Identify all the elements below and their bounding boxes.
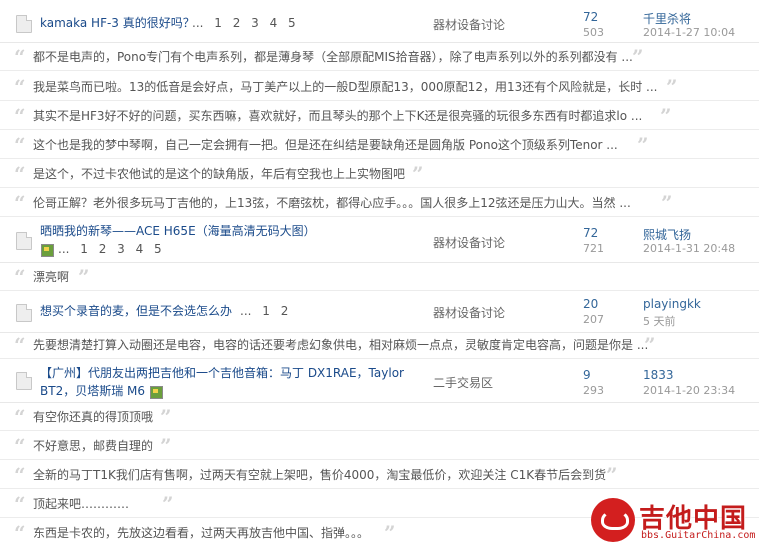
view-count: 207 (583, 313, 604, 326)
reply-quote[interactable]: “ 全新的马丁T1K我们店有售啊，过两天有空就上架吧，售价4000，淘宝最低价，… (0, 462, 759, 489)
quote-open-icon: “ (14, 333, 26, 357)
reply-quote[interactable]: “ 先要想清楚打算入动圈还是电容，电容的话还要考虑幻象供电，相对麻烦一点点，灵敏… (0, 332, 759, 359)
quote-close-icon: ” (606, 463, 618, 487)
quote-close-icon: ” (78, 265, 90, 289)
watermark-url: bbs.GuitarChina.com (641, 530, 756, 541)
quote-close-icon: ” (632, 45, 644, 69)
thread-title[interactable]: kamaka HF-3 真的很好吗？ (40, 14, 195, 32)
quote-open-icon: “ (14, 434, 26, 458)
quote-open-icon: “ (14, 492, 26, 516)
thread-title[interactable]: 晒晒我的新琴——ACE H65E（海量高清无码大图） (40, 222, 316, 240)
quote-text[interactable]: 其实不是HF3好不好的问题，买东西嘛，喜欢就好，而且琴头的那个上下K还是很亮骚的… (33, 103, 642, 129)
quote-text[interactable]: 都不是电声的，Pono专门有个电声系列，都是薄身琴（全部原配MIS拾音器），除了… (33, 44, 633, 70)
quote-text[interactable]: 先要想清楚打算入动圈还是电容，电容的话还要考虑幻象供电，相对麻烦一点点，灵敏度肯… (33, 332, 648, 358)
reply-quote[interactable]: “ 有空你还真的得顶顶哦 ” (0, 404, 759, 431)
page-links[interactable]: ... 1 2 3 4 5 (192, 16, 296, 30)
reply-count[interactable]: 20 (583, 297, 598, 311)
thread-title[interactable]: 【广州】代朋友出两把吉他和一个吉他音箱：马丁 DX1RAE，Taylor (40, 364, 404, 382)
reply-quote[interactable]: “ 不好意思，邮费自理的 ” (0, 433, 759, 460)
quote-close-icon: ” (384, 521, 396, 545)
quote-close-icon: ” (160, 434, 172, 458)
quote-text[interactable]: 东西是卡农的，先放这边看看，过两天再放吉他中国、指弹。。。 (33, 520, 369, 546)
reply-quote[interactable]: “ 都不是电声的，Pono专门有个电声系列，都是薄身琴（全部原配MIS拾音器），… (0, 44, 759, 71)
reply-quote[interactable]: “ 我是菜鸟而已啦。13的低音是会好点，马丁美产以上的一般D型原配13，000原… (0, 74, 759, 101)
thread-icon (16, 232, 32, 250)
reply-count[interactable]: 72 (583, 10, 598, 24)
quote-open-icon: “ (14, 191, 26, 215)
site-watermark: 吉他中国 bbs.GuitarChina.com (591, 496, 755, 546)
quote-open-icon: “ (14, 133, 26, 157)
forum-link[interactable]: 器材设备讨论 (433, 234, 505, 251)
quote-text[interactable]: 这个也是我的梦中琴啊，自己一定会拥有一把。但是还在纠结是要缺角还是圆角版 Pon… (33, 132, 618, 158)
forum-link[interactable]: 器材设备讨论 (433, 304, 505, 321)
last-post-date[interactable]: 5 天前 (643, 313, 676, 329)
quote-close-icon: ” (644, 333, 656, 357)
thread-title-line2[interactable]: BT2，贝塔斯瑞 M6 (40, 382, 145, 400)
reply-quote[interactable]: “ 漂亮啊 ” (0, 264, 759, 291)
view-count: 293 (583, 384, 604, 397)
thread-icon (16, 372, 32, 390)
quote-open-icon: “ (14, 162, 26, 186)
thread-row: kamaka HF-3 真的很好吗？ ... 1 2 3 4 5 器材设备讨论 … (0, 0, 759, 43)
last-post-date[interactable]: 2014-1-27 10:04 (643, 26, 735, 39)
quote-text[interactable]: 漂亮啊 (33, 264, 69, 290)
quote-close-icon: ” (412, 162, 424, 186)
last-poster[interactable]: 1833 (643, 368, 674, 382)
last-post-date[interactable]: 2014-1-31 20:48 (643, 242, 735, 255)
reply-quote[interactable]: “ 伦哥正解？老外很多玩马丁吉他的，上13弦，不磨弦枕，都得心应手。。。国人很多… (0, 190, 759, 217)
quote-close-icon: ” (162, 492, 174, 516)
quote-open-icon: “ (14, 45, 26, 69)
quote-text[interactable]: 我是菜鸟而已啦。13的低音是会好点，马丁美产以上的一般D型原配13，000原配1… (33, 74, 657, 100)
reply-quote[interactable]: “ 其实不是HF3好不好的问题，买东西嘛，喜欢就好，而且琴头的那个上下K还是很亮… (0, 103, 759, 130)
page-links[interactable]: ... 1 2 (240, 304, 288, 318)
last-poster[interactable]: playingkk (643, 297, 701, 311)
thread-row: 【广州】代朋友出两把吉他和一个吉他音箱：马丁 DX1RAE，Taylor BT2… (0, 360, 759, 403)
quote-text[interactable]: 有空你还真的得顶顶哦 (33, 404, 153, 430)
quote-close-icon: ” (637, 133, 649, 157)
last-poster[interactable]: 熙城飞扬 (643, 226, 691, 243)
forum-link[interactable]: 二手交易区 (433, 374, 493, 391)
last-poster[interactable]: 千里杀将 (643, 10, 691, 27)
image-attachment-icon (41, 244, 54, 257)
quote-open-icon: “ (14, 75, 26, 99)
thread-icon (16, 304, 32, 322)
quote-text[interactable]: 伦哥正解？老外很多玩马丁吉他的，上13弦，不磨弦枕，都得心应手。。。国人很多上1… (33, 190, 631, 216)
thread-title[interactable]: 想买个录音的麦，但是不会选怎么办 (40, 302, 232, 320)
quote-open-icon: “ (14, 104, 26, 128)
quote-close-icon: ” (666, 75, 678, 99)
last-post-date[interactable]: 2014-1-20 23:34 (643, 384, 735, 397)
view-count: 721 (583, 242, 604, 255)
quote-text[interactable]: 不好意思，邮费自理的 (33, 433, 153, 459)
reply-quote[interactable]: “ 是这个，不过卡农他试的是这个的缺角版，年后有空我也上上实物图吧 ” (0, 161, 759, 188)
thread-icon (16, 15, 32, 33)
reply-count[interactable]: 9 (583, 368, 591, 382)
forum-link[interactable]: 器材设备讨论 (433, 16, 505, 33)
reply-count[interactable]: 72 (583, 226, 598, 240)
quote-open-icon: “ (14, 463, 26, 487)
quote-close-icon: ” (661, 191, 673, 215)
quote-open-icon: “ (14, 265, 26, 289)
quote-open-icon: “ (14, 405, 26, 429)
thread-row: 想买个录音的麦，但是不会选怎么办 ... 1 2 器材设备讨论 20 207 p… (0, 292, 759, 333)
thread-row: 晒晒我的新琴——ACE H65E（海量高清无码大图） ... 1 2 3 4 5… (0, 218, 759, 263)
view-count: 503 (583, 26, 604, 39)
quote-close-icon: ” (660, 104, 672, 128)
reply-quote[interactable]: “ 这个也是我的梦中琴啊，自己一定会拥有一把。但是还在纠结是要缺角还是圆角版 P… (0, 132, 759, 159)
quote-text[interactable]: 全新的马丁T1K我们店有售啊，过两天有空就上架吧，售价4000，淘宝最低价，欢迎… (33, 462, 606, 488)
guitar-logo-icon (591, 498, 635, 542)
quote-open-icon: “ (14, 521, 26, 545)
quote-text[interactable]: 顶起来吧………… (33, 491, 129, 517)
page-links[interactable]: ... 1 2 3 4 5 (58, 242, 162, 256)
quote-close-icon: ” (160, 405, 172, 429)
quote-text[interactable]: 是这个，不过卡农他试的是这个的缺角版，年后有空我也上上实物图吧 (33, 161, 405, 187)
image-attachment-icon (150, 386, 163, 399)
